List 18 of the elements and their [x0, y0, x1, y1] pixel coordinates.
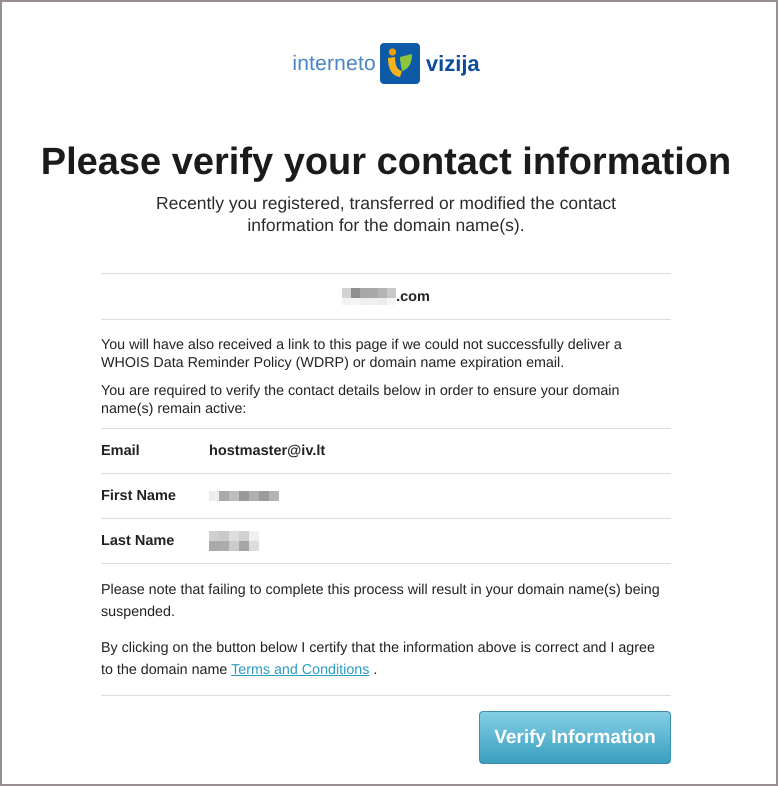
notice-paragraph: Please note that failing to complete this process will result in your domain name(s) being suspended.: [101, 581, 661, 622]
terms-link[interactable]: Terms and Conditions: [231, 662, 370, 678]
agreement-paragraph: By clicking on the button below I certify that the information above is correct and I agree to the domain name Terms and Conditions .: [101, 639, 656, 680]
paragraph-text: You are required to verify the contact details below in order to ensure your domain name(s) remain active:: [101, 382, 620, 418]
field-label: Email: [101, 442, 141, 460]
subtitle-text: Recently you registered, transferred or modified the contact information for the domain name(s).: [154, 192, 618, 236]
page-heading: Please verify your contact information: [40, 140, 732, 184]
logo-text: interneto: [292, 52, 376, 76]
domain-name: .com: [396, 288, 430, 306]
logo-text: vizija: [426, 52, 480, 76]
field-label: First Name: [101, 487, 177, 505]
field-label: Last Name: [101, 532, 176, 550]
paragraph-text: You will have also received a link to this page if we could not successfully deliver a WHOIS Data Reminder Policy (WDRP) or domain name expiration email.: [101, 336, 623, 372]
redacted-text-drawing: [209, 491, 279, 501]
redacted-text-drawing: [209, 531, 259, 551]
logo-icon: [380, 43, 420, 84]
verify-information-button[interactable]: Verify Information: [479, 711, 671, 764]
field-value: hostmaster@iv.lt: [209, 442, 326, 460]
